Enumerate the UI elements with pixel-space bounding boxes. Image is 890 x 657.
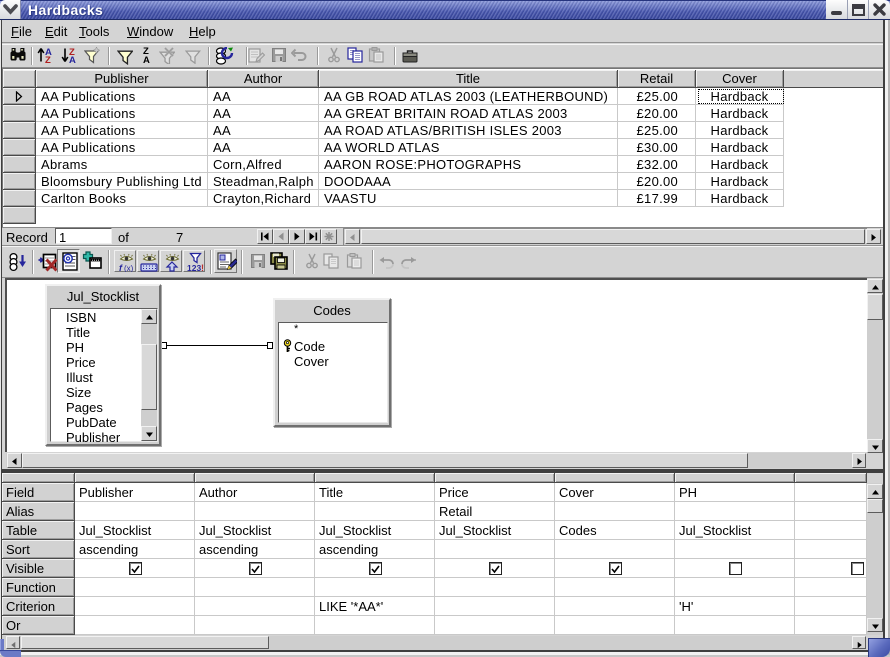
svg-text:Z: Z [45,55,51,64]
svg-text:(x): (x) [124,264,134,272]
svg-text:123: 123 [187,263,201,272]
svg-text:A: A [69,55,76,64]
svg-text:A: A [143,55,150,64]
svg-text:!: ! [201,263,204,272]
svg-text:f: f [119,263,123,272]
